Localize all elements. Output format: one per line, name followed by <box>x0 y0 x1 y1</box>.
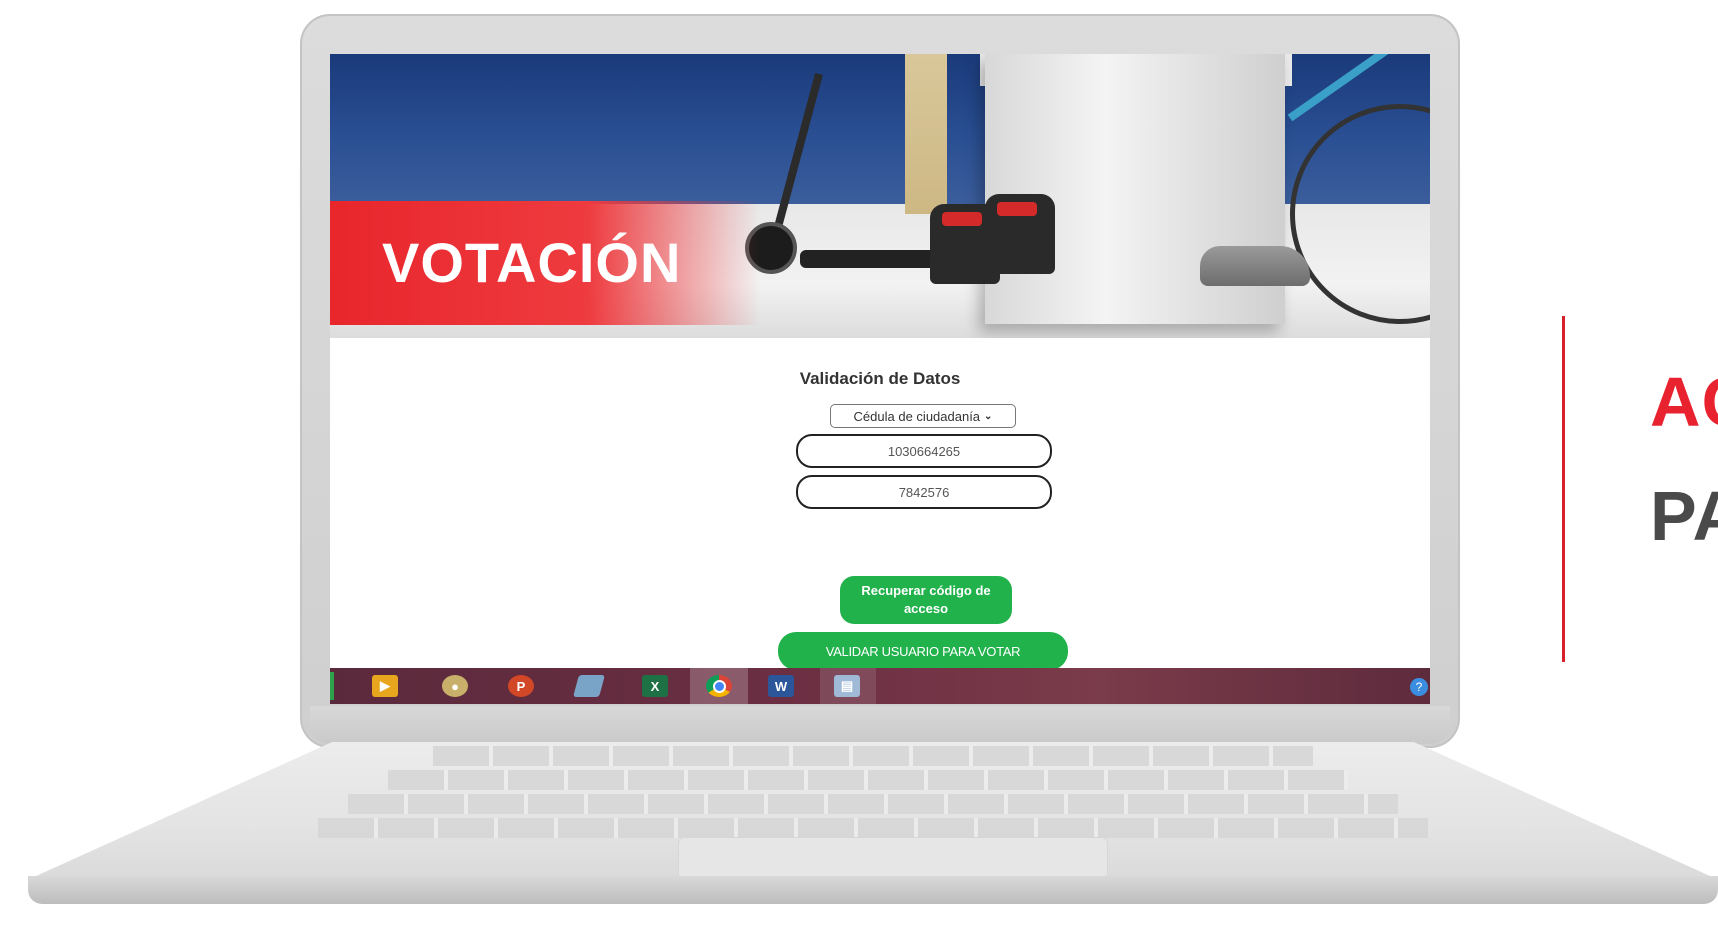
keyboard-row <box>318 818 1428 838</box>
keyboard-row <box>388 770 1348 790</box>
laptop-base-edge <box>28 876 1718 904</box>
hero-banner: VOTACIÓN <box>330 54 1430 338</box>
access-code-value: 7842576 <box>898 484 950 500</box>
excel-icon[interactable]: X <box>642 675 668 697</box>
caption-line-2: PA <box>1650 477 1718 555</box>
laptop-base <box>28 742 1718 918</box>
caption-divider <box>1562 316 1565 662</box>
banner-title: VOTACIÓN <box>382 231 682 294</box>
excel-icon-glyph: X <box>650 678 660 694</box>
notes-icon[interactable] <box>573 675 605 697</box>
chevron-down-icon: ⌄ <box>984 410 993 422</box>
powerpoint-icon-glyph: P <box>516 678 526 694</box>
recover-code-button[interactable]: Recuperar código de acceso <box>840 576 1012 624</box>
touchpad <box>678 837 1108 879</box>
document-type-select[interactable]: Cédula de ciudadanía ⌄ <box>830 404 1016 428</box>
document-type-value: Cédula de ciudadanía <box>853 408 981 424</box>
chrome-icon[interactable] <box>706 675 732 697</box>
windows-taskbar: ▶ ● P X W ▤ ? <box>330 668 1430 704</box>
start-button-edge[interactable] <box>330 672 334 700</box>
keyboard-row <box>348 794 1398 814</box>
document-number-field[interactable]: 1030664265 <box>796 434 1052 468</box>
laptop-hinge <box>310 706 1450 744</box>
keyboard-row <box>433 746 1313 766</box>
form-heading: Validación de Datos <box>799 369 961 388</box>
roller-skate-image <box>985 194 1055 274</box>
sneakers-image <box>1200 246 1310 286</box>
paint-icon[interactable]: ● <box>442 675 468 697</box>
word-icon-glyph: W <box>774 678 788 694</box>
help-icon-glyph: ? <box>1415 680 1423 694</box>
file-explorer-icon[interactable]: ▤ <box>834 675 860 697</box>
help-icon[interactable]: ? <box>1410 678 1428 696</box>
caption-line-1: AC <box>1650 363 1718 441</box>
laptop-screen: VOTACIÓN Validación de Datos Cédula de c… <box>330 54 1430 704</box>
document-number-value: 1030664265 <box>887 443 961 459</box>
powerpoint-icon[interactable]: P <box>508 675 534 697</box>
word-icon[interactable]: W <box>768 675 794 697</box>
media-player-icon[interactable]: ▶ <box>372 675 398 697</box>
access-code-field[interactable]: 7842576 <box>796 475 1052 509</box>
validate-user-button[interactable]: VALIDAR USUARIO PARA VOTAR <box>778 632 1068 670</box>
lane-marking <box>905 54 947 214</box>
